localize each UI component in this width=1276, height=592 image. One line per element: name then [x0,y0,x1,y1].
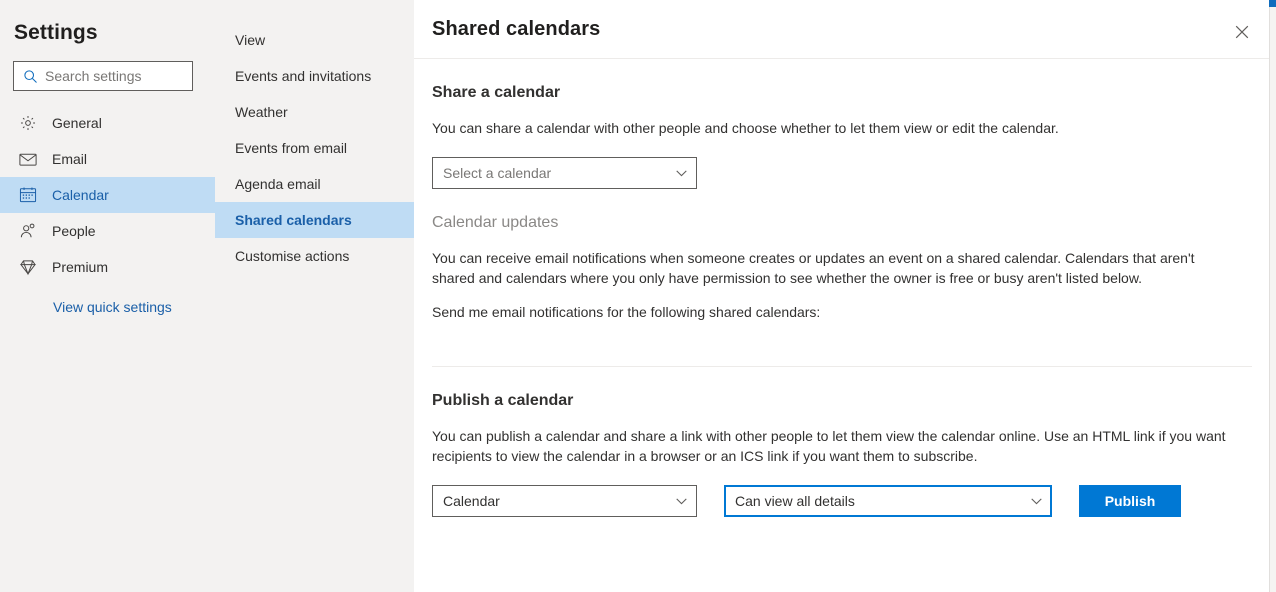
publish-section-heading: Publish a calendar [432,392,574,409]
page-title: Shared calendars [432,18,601,40]
view-quick-settings-link[interactable]: View quick settings [0,297,215,317]
sidebar-item-label: General [52,115,102,131]
subnav-item-label: Shared calendars [235,212,352,228]
close-icon[interactable] [1228,18,1256,46]
chevron-down-icon [675,167,687,179]
sidebar-item-calendar[interactable]: Calendar [0,177,215,213]
sidebar-item-label: Email [52,151,88,167]
calendar-updates-heading: Calendar updates [432,214,559,231]
gear-icon [18,113,38,133]
subnav-item-label: Weather [235,104,288,120]
sidebar-item-premium[interactable]: Premium [0,249,215,285]
publish-section-description: You can publish a calendar and share a l… [432,428,1226,464]
sliver-accent-block [1269,0,1276,7]
subnav-item-weather[interactable]: Weather [215,94,414,130]
sidebar-item-people[interactable]: People [0,213,215,249]
sidebar-item-label: Premium [52,259,109,275]
subnav-item-label: Events and invitations [235,68,372,84]
publish-a-calendar-section: Publish a calendar You can publish a cal… [432,390,1254,517]
calendar-updates-notifications-label: Send me email notifications for the foll… [432,304,821,320]
sidebar-item-general[interactable]: General [0,105,215,141]
subnav-item-label: View [235,32,266,48]
subnav-item-view[interactable]: View [215,22,414,58]
publish-button[interactable]: Publish [1079,485,1181,517]
chevron-down-icon [1030,495,1042,507]
settings-title: Settings [14,21,98,44]
people-icon [18,221,38,241]
subnav-item-events-from-email[interactable]: Events from email [215,130,414,166]
detail-header: Shared calendars [414,0,1276,59]
share-a-calendar-section: Share a calendar You can share a calenda… [432,82,1254,189]
calendar-subnav: View Events and invitations Weather Even… [215,0,414,592]
share-calendar-select-value: Select a calendar [443,165,552,181]
subnav-item-agenda-email[interactable]: Agenda email [215,166,414,202]
sidebar-item-label: People [52,223,96,239]
section-divider [432,366,1252,367]
sidebar-item-email[interactable]: Email [0,141,215,177]
search-settings-box[interactable] [13,61,193,91]
publish-calendar-select-value: Calendar [443,493,500,509]
calendar-updates-section: Calendar updates You can receive email n… [432,212,1254,322]
diamond-icon [18,257,38,277]
share-calendar-select[interactable]: Select a calendar [432,157,697,189]
settings-nav-list: General Email Calendar People Premium [0,105,215,285]
publish-permission-select-value: Can view all details [735,493,855,509]
detail-body: Share a calendar You can share a calenda… [414,82,1276,517]
subnav-item-shared-calendars[interactable]: Shared calendars [215,202,414,238]
subnav-item-label: Events from email [235,140,348,156]
calendar-updates-description: You can receive email notifications when… [432,250,1195,286]
settings-dialog: Settings General [0,0,1276,592]
sidebar-item-label: Calendar [52,187,109,203]
subnav-item-customise-actions[interactable]: Customise actions [215,238,414,274]
subnav-item-label: Customise actions [235,248,350,264]
share-section-heading: Share a calendar [432,84,561,101]
envelope-icon [18,149,38,169]
calendar-icon [18,185,38,205]
subnav-item-label: Agenda email [235,176,321,192]
publish-controls-row: Calendar Can view all details Publish [432,485,1254,517]
share-controls-row: Select a calendar [432,157,1254,189]
background-page-sliver [1269,0,1276,592]
detail-pane: Shared calendars Share a calendar You ca… [414,0,1276,592]
subnav-item-events-and-invitations[interactable]: Events and invitations [215,58,414,94]
publish-calendar-select[interactable]: Calendar [432,485,697,517]
settings-sidebar: Settings General [0,0,215,592]
share-section-description: You can share a calendar with other peop… [432,120,1059,136]
search-icon [22,68,38,84]
search-input[interactable] [45,68,184,84]
chevron-down-icon [675,495,687,507]
publish-permission-select[interactable]: Can view all details [724,485,1052,517]
